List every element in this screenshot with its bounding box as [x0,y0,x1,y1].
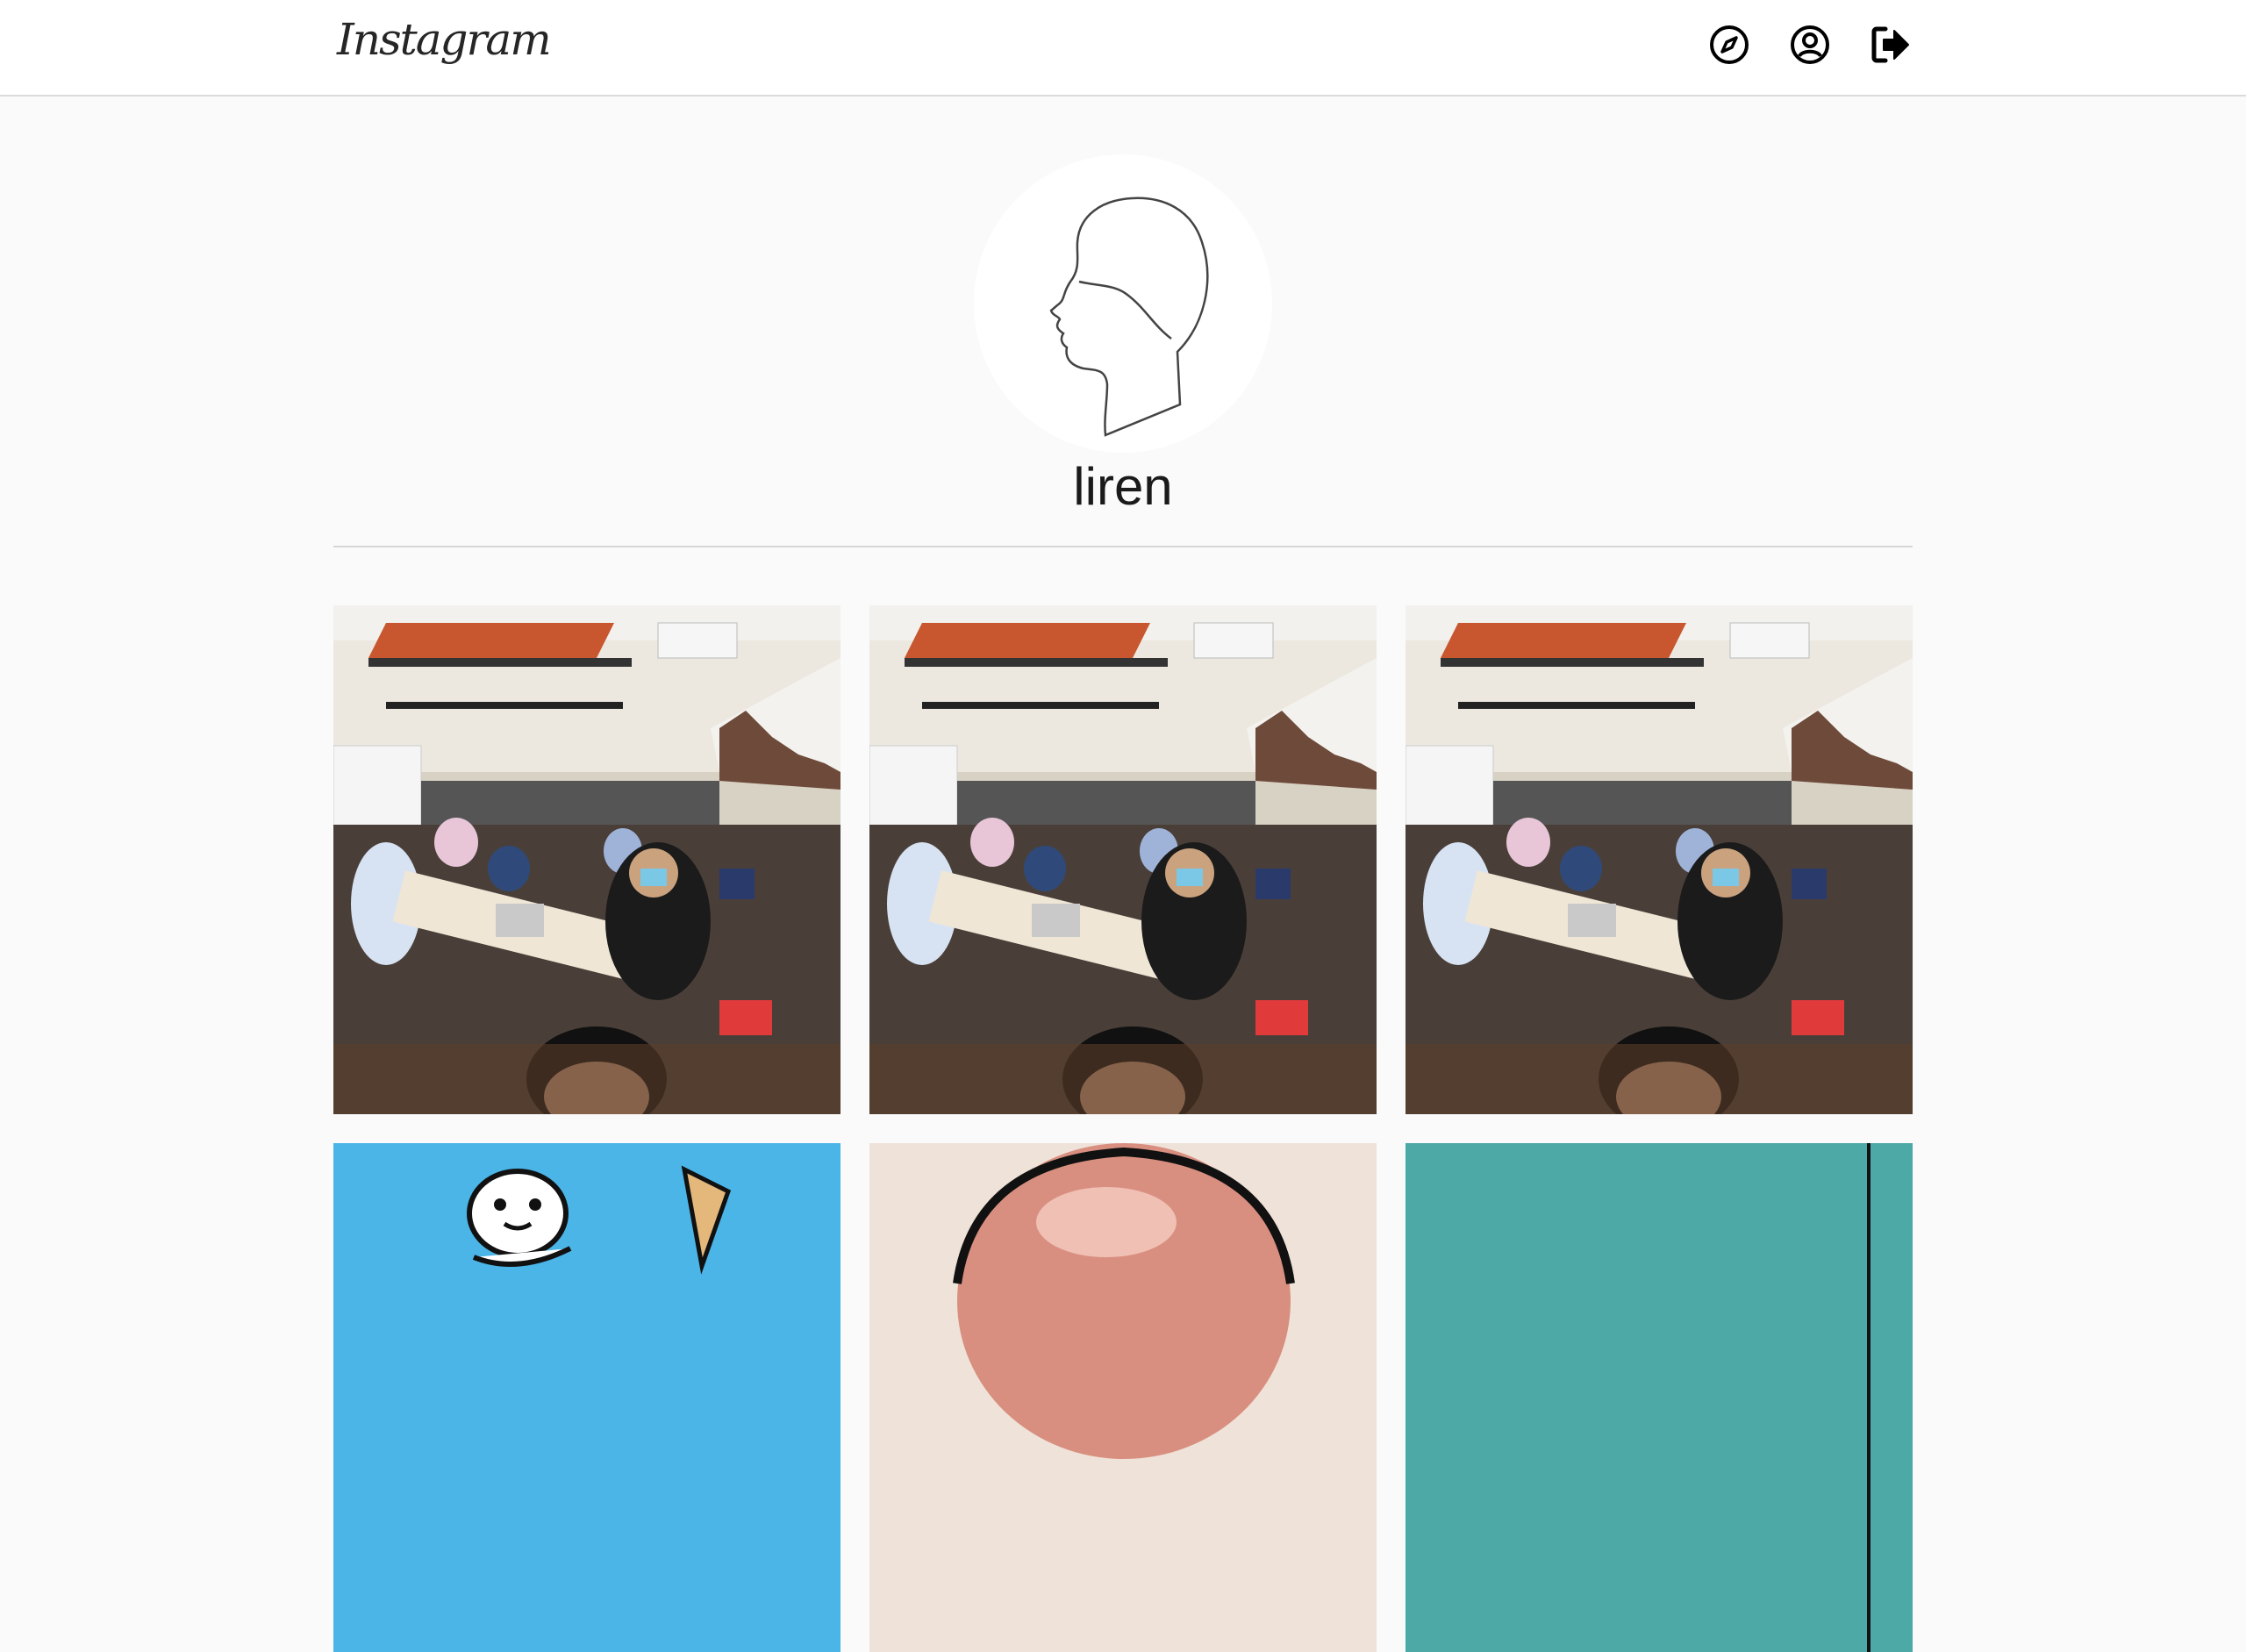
post-thumbnail[interactable] [869,605,1377,1114]
avatar[interactable] [974,154,1272,453]
instagram-logo[interactable]: Instagram [337,14,552,65]
post-thumbnail[interactable] [333,605,840,1114]
post-thumbnail[interactable] [869,1143,1377,1652]
profile-username: liren [1073,457,1173,516]
compass-icon[interactable] [1707,23,1751,67]
posts-grid [333,605,1913,1652]
top-navbar: Instagram [0,0,2246,97]
post-thumbnail[interactable] [333,1143,840,1652]
user-circle-icon[interactable] [1788,23,1832,67]
post-thumbnail[interactable] [1406,605,1913,1114]
profile-silhouette-icon [1049,197,1209,437]
nav-icons [1707,23,1913,67]
logout-icon[interactable] [1869,23,1913,67]
divider [333,546,1913,547]
post-thumbnail[interactable] [1406,1143,1913,1652]
